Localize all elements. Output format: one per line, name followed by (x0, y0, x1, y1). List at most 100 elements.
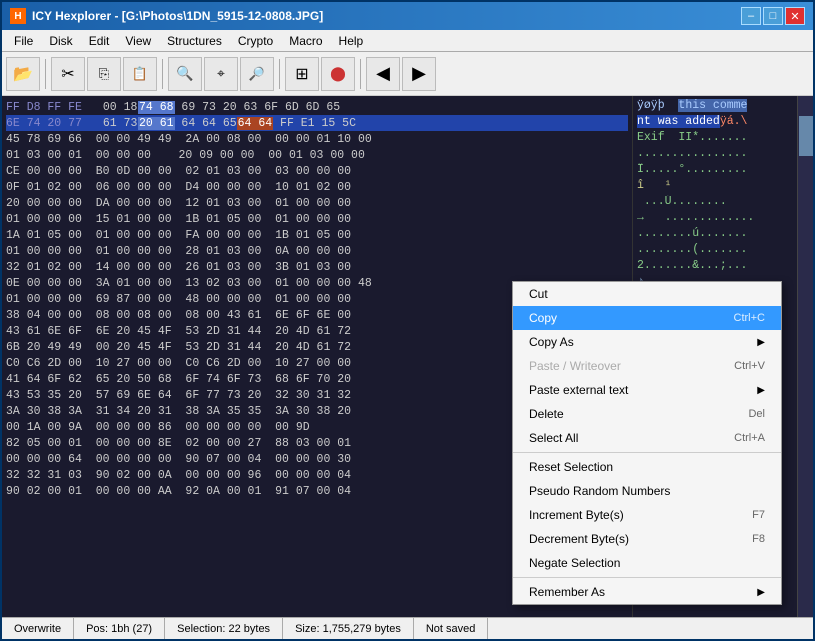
title-controls: – □ ✕ (741, 7, 805, 25)
find2-button[interactable]: 🔎 (240, 57, 274, 91)
hex-sel-1c: 64 64 (237, 117, 274, 130)
ctx-remember[interactable]: Remember As ▶ (513, 580, 781, 604)
toolbar: 📂 ✂ ⎘ 📋 🔍 ⌖ 🔎 ⊞ ⬤ ◀ ▶ (2, 52, 813, 96)
ctx-prng[interactable]: Pseudo Random Numbers (513, 479, 781, 503)
find-button[interactable]: 🔍 (168, 57, 202, 91)
ctx-cut[interactable]: Cut (513, 282, 781, 306)
vertical-scrollbar[interactable] (797, 96, 813, 617)
ascii-row-7: → ............. (637, 211, 793, 227)
status-mode: Overwrite (2, 618, 74, 639)
ctx-paste-ext-label: Paste external text (529, 383, 628, 397)
ctx-reset-selection[interactable]: Reset Selection (513, 455, 781, 479)
menu-macro[interactable]: Macro (281, 30, 330, 51)
app-icon: H (10, 8, 26, 24)
paste-toolbar-button[interactable]: 📋 (123, 57, 157, 91)
ctx-copy[interactable]: Copy Ctrl+C (513, 306, 781, 330)
ctx-inc-byte-shortcut: F7 (752, 509, 765, 521)
hex-row-8: 1A 01 05 00 01 00 00 00 FA 00 00 00 1B 0… (6, 227, 628, 243)
ctx-dec-byte-label: Decrement Byte(s) (529, 532, 629, 546)
hex-bytes-1a: 61 73 (96, 117, 138, 130)
title-bar-left: H ICY Hexplorer - [G:\Photos\1DN_5915-12… (10, 8, 323, 24)
status-mode-label: Overwrite (14, 623, 61, 635)
menu-crypto[interactable]: Crypto (230, 30, 281, 51)
maximize-button[interactable]: □ (763, 7, 783, 25)
select-button[interactable]: ⊞ (285, 57, 319, 91)
context-menu: Cut Copy Ctrl+C Copy As ▶ Paste / Writeo… (512, 281, 782, 605)
main-area: FF D8 FF FE 00 18 74 68 69 73 20 63 6F 6… (2, 96, 813, 617)
menu-structures[interactable]: Structures (159, 30, 230, 51)
ascii-row-6: ...Ú........ (637, 195, 793, 211)
ctx-paste-shortcut: Ctrl+V (734, 360, 765, 372)
menu-edit[interactable]: Edit (81, 30, 118, 51)
ctx-separator-2 (513, 577, 781, 578)
menu-help[interactable]: Help (331, 30, 372, 51)
ctx-paste-ext[interactable]: Paste external text ▶ (513, 378, 781, 402)
ctx-select-all-shortcut: Ctrl+A (734, 432, 765, 444)
ctx-inc-byte[interactable]: Increment Byte(s) F7 (513, 503, 781, 527)
status-selection-label: Selection: 22 bytes (177, 623, 270, 635)
ctx-copy-as[interactable]: Copy As ▶ (513, 330, 781, 354)
app-icon-letter: H (14, 11, 21, 22)
ctx-delete-label: Delete (529, 407, 564, 421)
minimize-button[interactable]: – (741, 7, 761, 25)
ctx-delete[interactable]: Delete Del (513, 402, 781, 426)
cut-toolbar-button[interactable]: ✂ (51, 57, 85, 91)
ctx-select-all[interactable]: Select All Ctrl+A (513, 426, 781, 450)
hex-row-9: 01 00 00 00 01 00 00 00 28 01 03 00 0A 0… (6, 243, 628, 259)
ctx-inc-byte-label: Increment Byte(s) (529, 508, 624, 522)
toolbar-sep-1 (45, 59, 46, 89)
forward-button[interactable]: ▶ (402, 57, 436, 91)
ctx-separator-1 (513, 452, 781, 453)
hex-row-6: 20 00 00 00 DA 00 00 00 12 01 03 00 01 0… (6, 195, 628, 211)
hex-bytes-0b: 69 73 20 63 (175, 101, 265, 114)
ctx-prng-label: Pseudo Random Numbers (529, 484, 670, 498)
ctx-select-all-label: Select All (529, 431, 578, 445)
ctx-reset-selection-label: Reset Selection (529, 460, 613, 474)
ctx-cut-label: Cut (529, 287, 548, 301)
toolbar-sep-3 (279, 59, 280, 89)
status-selection: Selection: 22 bytes (165, 618, 283, 639)
toolbar-sep-4 (360, 59, 361, 89)
hex-addr-0: FF D8 FF FE (6, 101, 96, 114)
status-saved-label: Not saved (426, 623, 476, 635)
hex-row-1: 6E 74 20 77 61 73 20 61 64 64 65 64 64 F… (6, 115, 628, 131)
hex-row-4: CE 00 00 00 B0 0D 00 00 02 01 03 00 03 0… (6, 163, 628, 179)
status-saved: Not saved (414, 618, 489, 639)
menu-bar: File Disk Edit View Structures Crypto Ma… (2, 30, 813, 52)
goto-button[interactable]: ⌖ (204, 57, 238, 91)
ascii-row-0: ÿøÿþ this comme (637, 99, 793, 115)
record-button[interactable]: ⬤ (321, 57, 355, 91)
status-size-label: Size: 1,755,279 bytes (295, 623, 401, 635)
open-button[interactable]: 📂 (6, 57, 40, 91)
menu-file[interactable]: File (6, 30, 41, 51)
ctx-paste-label: Paste / Writeover (529, 359, 621, 373)
menu-disk[interactable]: Disk (41, 30, 80, 51)
hex-row-0: FF D8 FF FE 00 18 74 68 69 73 20 63 6F 6… (6, 99, 628, 115)
ctx-dec-byte[interactable]: Decrement Byte(s) F8 (513, 527, 781, 551)
close-button[interactable]: ✕ (785, 7, 805, 25)
copy-toolbar-button[interactable]: ⎘ (87, 57, 121, 91)
ctx-delete-shortcut: Del (748, 408, 765, 420)
ctx-copy-label: Copy (529, 311, 557, 325)
ascii-row-3: ................ (637, 147, 793, 163)
window-title: ICY Hexplorer - [G:\Photos\1DN_5915-12-0… (32, 9, 323, 23)
ctx-copy-as-arrow: ▶ (757, 337, 765, 348)
ascii-row-5: î ¹ (637, 179, 793, 195)
back-button[interactable]: ◀ (366, 57, 400, 91)
main-window: H ICY Hexplorer - [G:\Photos\1DN_5915-12… (0, 0, 815, 641)
ctx-remember-arrow: ▶ (757, 587, 765, 598)
hex-bytes-1b: 64 64 65 (175, 117, 237, 130)
scrollbar-thumb[interactable] (799, 116, 813, 156)
ctx-remember-label: Remember As (529, 585, 605, 599)
ascii-row-8: ........ú....... (637, 227, 793, 243)
menu-view[interactable]: View (117, 30, 159, 51)
ctx-negate[interactable]: Negate Selection (513, 551, 781, 575)
hex-row-2: 45 78 69 66 00 00 49 49 2A 00 08 00 00 0… (6, 131, 628, 147)
ctx-paste: Paste / Writeover Ctrl+V (513, 354, 781, 378)
ctx-paste-ext-arrow: ▶ (757, 385, 765, 396)
ctx-dec-byte-shortcut: F8 (752, 533, 765, 545)
hex-bytes-1d: FF E1 15 5C (273, 117, 356, 130)
hex-addr-1: 6E 74 20 77 (6, 117, 96, 130)
ctx-copy-shortcut: Ctrl+C (734, 312, 765, 324)
ascii-row-1: nt was addedÿá.\ (637, 115, 793, 131)
